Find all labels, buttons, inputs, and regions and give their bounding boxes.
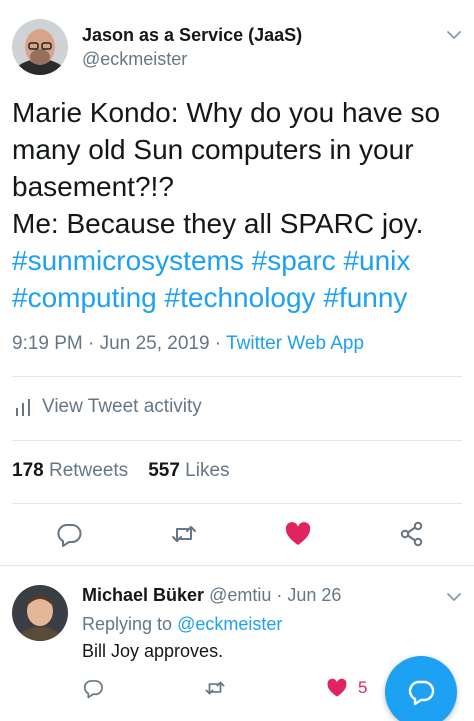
hashtag-line: #sunmicrosystems #sparc #unix <box>12 242 464 279</box>
tweet-meta: 9:19 PM · Jun 25, 2019 · Twitter Web App <box>12 333 364 355</box>
reply-like-count: 5 <box>358 678 368 697</box>
caret-down-icon[interactable] <box>446 27 462 43</box>
hashtag-link[interactable]: #sunmicrosystems <box>12 245 244 276</box>
reply-author-avatar[interactable] <box>12 585 68 641</box>
reply-date: Jun 26 <box>287 585 342 605</box>
divider <box>12 376 462 377</box>
hashtag-link[interactable]: #unix <box>343 245 410 276</box>
author-handle[interactable]: @eckmeister <box>82 49 187 70</box>
tweet-text-line: Marie Kondo: Why do you have so <box>12 97 441 128</box>
hashtag-link[interactable]: #computing <box>12 282 157 313</box>
retweets-count: 178 <box>12 460 44 481</box>
heart-icon[interactable] <box>326 677 348 699</box>
tweet-source-link[interactable]: Twitter Web App <box>226 333 364 354</box>
meta-separator: · <box>276 585 283 605</box>
caret-down-icon[interactable] <box>446 589 462 605</box>
hashtag-line: #computing #technology #funny <box>12 279 464 316</box>
author-avatar[interactable] <box>12 19 68 75</box>
activity-label: View Tweet activity <box>42 396 202 417</box>
compose-icon <box>408 680 435 706</box>
tweet-text-line: Me: Because they all SPARC joy. <box>12 208 424 239</box>
reply-header: Michael Büker @emtiu · Jun 26 <box>82 585 341 606</box>
retweets-label: Retweets <box>48 460 129 481</box>
tweet-text-line: many old Sun computers in your <box>12 134 414 165</box>
divider <box>12 503 462 504</box>
tweet-date: Jun 25, 2019 <box>99 333 210 354</box>
compose-button[interactable] <box>385 656 457 721</box>
reply-author-name[interactable]: Michael Büker <box>82 585 204 605</box>
tweet-stats: 178 Retweets 557 Likes <box>12 460 230 482</box>
replying-to-link[interactable]: @eckmeister <box>177 614 282 634</box>
meta-separator: · <box>88 333 95 354</box>
reply-icon[interactable] <box>82 677 104 699</box>
activity-bars-icon <box>14 397 32 417</box>
divider <box>12 440 462 441</box>
share-icon[interactable] <box>398 520 426 548</box>
likes-stat[interactable]: 557 Likes <box>148 460 229 481</box>
tweet-text-line: basement?!? <box>12 171 174 202</box>
replying-to: Replying to @eckmeister <box>82 614 282 635</box>
author-name[interactable]: Jason as a Service (JaaS) <box>82 25 302 46</box>
likes-label: Likes <box>185 460 230 481</box>
hashtag-link[interactable]: #technology <box>165 282 316 313</box>
hashtag-link[interactable]: #funny <box>323 282 407 313</box>
reply-author-handle[interactable]: @emtiu <box>209 585 271 605</box>
retweets-stat[interactable]: 178 Retweets <box>12 460 128 481</box>
heart-icon[interactable] <box>284 520 312 548</box>
tweet-time: 9:19 PM <box>12 333 83 354</box>
retweet-icon[interactable] <box>204 677 226 699</box>
meta-separator: · <box>214 333 222 354</box>
tweet-text: Marie Kondo: Why do you have so many old… <box>12 94 464 316</box>
view-tweet-activity-button[interactable]: View Tweet activity <box>14 396 202 418</box>
replying-prefix: Replying to <box>82 614 173 634</box>
divider <box>0 565 474 566</box>
hashtag-link[interactable]: #sparc <box>252 245 336 276</box>
retweet-icon[interactable] <box>170 520 198 548</box>
reply-icon[interactable] <box>55 520 83 548</box>
likes-count: 557 <box>148 460 180 481</box>
reply-text: Bill Joy approves. <box>82 641 224 661</box>
